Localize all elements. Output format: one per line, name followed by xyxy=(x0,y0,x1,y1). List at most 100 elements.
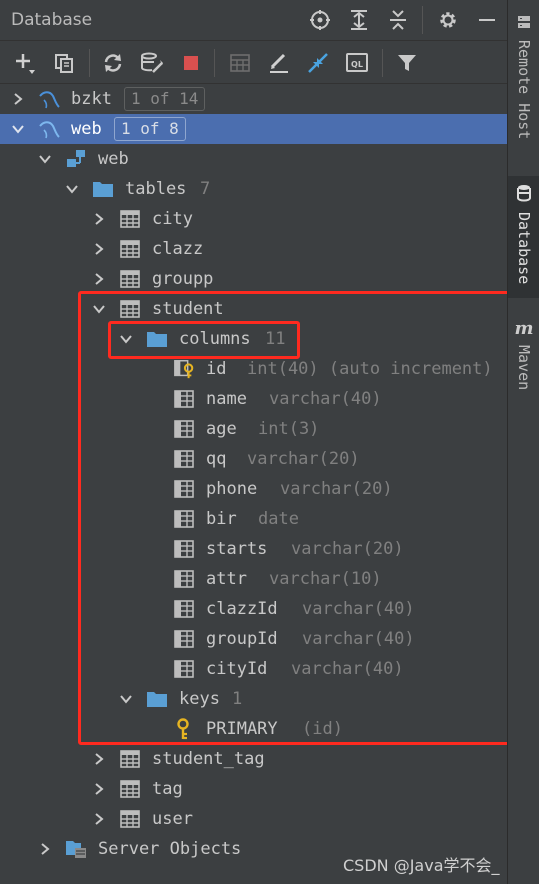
tree-node-bzkt[interactable]: bzkt 1 of 14 xyxy=(0,84,507,114)
key-icon xyxy=(173,718,195,740)
chevron-down-icon[interactable] xyxy=(119,332,133,346)
chevron-right-icon[interactable] xyxy=(38,842,52,856)
add-icon[interactable] xyxy=(12,50,38,76)
svg-text:QL: QL xyxy=(351,60,363,69)
chevron-right-icon[interactable] xyxy=(11,92,25,106)
column-row[interactable]: clazzId varchar(40) xyxy=(0,594,507,624)
column-icon xyxy=(173,628,195,650)
tree-node-table-city[interactable]: city xyxy=(0,204,507,234)
tree-node-label: clazz xyxy=(152,239,204,259)
tree-node-web[interactable]: web 1 of 8 xyxy=(0,114,507,144)
tree-node-table-student[interactable]: student xyxy=(0,294,507,324)
refresh-icon[interactable] xyxy=(100,50,126,76)
filter-icon[interactable] xyxy=(394,50,420,76)
tree-node-table-tag[interactable]: tag xyxy=(0,774,507,804)
tree-node-table-user[interactable]: user xyxy=(0,804,507,834)
tree-node-label: tag xyxy=(152,779,183,799)
column-row[interactable]: phone varchar(20) xyxy=(0,474,507,504)
chevron-right-icon[interactable] xyxy=(92,212,106,226)
expand-all-icon[interactable] xyxy=(347,8,371,32)
chevron-right-icon[interactable] xyxy=(92,782,106,796)
collapse-all-icon[interactable] xyxy=(386,8,410,32)
tree-node-label: student xyxy=(152,299,224,319)
column-name: clazzId xyxy=(206,599,278,619)
column-row[interactable]: groupId varchar(40) xyxy=(0,624,507,654)
table-grid-icon[interactable] xyxy=(227,50,253,76)
column-row[interactable]: qq varchar(20) xyxy=(0,444,507,474)
table-icon xyxy=(119,808,141,830)
tree-node-label: web xyxy=(98,149,129,169)
schema-count-badge: 1 of 8 xyxy=(114,117,186,141)
chevron-right-icon[interactable] xyxy=(92,752,106,766)
column-row[interactable]: attr varchar(10) xyxy=(0,564,507,594)
stop-icon[interactable] xyxy=(178,50,204,76)
header-separator xyxy=(422,6,423,34)
table-icon xyxy=(119,268,141,290)
column-row[interactable]: age int(3) xyxy=(0,414,507,444)
crosshair-icon[interactable] xyxy=(308,8,332,32)
chevron-down-icon[interactable] xyxy=(11,122,25,136)
column-row[interactable]: starts varchar(20) xyxy=(0,534,507,564)
column-icon xyxy=(173,388,195,410)
column-name: qq xyxy=(206,449,227,469)
table-icon xyxy=(119,748,141,770)
chevron-down-icon[interactable] xyxy=(92,302,106,316)
folder-icon xyxy=(146,328,168,350)
column-type: varchar(20) xyxy=(247,449,360,469)
column-icon xyxy=(173,568,195,590)
schema-sync-icon[interactable] xyxy=(139,50,165,76)
column-type: varchar(40) xyxy=(302,599,415,619)
tree-node-table-clazz[interactable]: clazz xyxy=(0,234,507,264)
tree-node-schema-web[interactable]: web xyxy=(0,144,507,174)
chevron-right-icon[interactable] xyxy=(92,812,106,826)
tree-node-keys[interactable]: keys 1 xyxy=(0,684,507,714)
tree-node-table-groupp[interactable]: groupp xyxy=(0,264,507,294)
chevron-right-icon[interactable] xyxy=(92,272,106,286)
chevron-down-icon[interactable] xyxy=(65,182,79,196)
column-name: age xyxy=(206,419,237,439)
column-row[interactable]: id int(40) (auto increment) xyxy=(0,354,507,384)
tab-database[interactable]: Database xyxy=(508,176,539,298)
folder-icon xyxy=(92,178,114,200)
gear-icon[interactable] xyxy=(436,8,460,32)
copy-icon[interactable] xyxy=(51,50,77,76)
tree-node-primary-key[interactable]: PRIMARY (id) xyxy=(0,714,507,744)
tree-node-label: tables xyxy=(125,179,187,199)
minimize-icon[interactable] xyxy=(475,8,499,32)
chevron-right-icon[interactable] xyxy=(92,242,106,256)
tree-node-columns[interactable]: columns 11 xyxy=(0,324,507,354)
column-type: varchar(20) xyxy=(280,479,393,499)
table-icon xyxy=(119,778,141,800)
column-name: attr xyxy=(206,569,247,589)
edit-icon[interactable] xyxy=(266,50,292,76)
column-name: cityId xyxy=(206,659,268,679)
primary-key-column-icon xyxy=(173,358,195,380)
schema-icon xyxy=(65,148,87,170)
tab-maven[interactable]: m Maven xyxy=(508,312,539,412)
tool-window-strip: Remote Host Database m Maven xyxy=(507,0,539,884)
column-name: bir xyxy=(206,509,237,529)
folder-icon xyxy=(146,688,168,710)
column-row[interactable]: cityId varchar(40) xyxy=(0,654,507,684)
server-objects-icon xyxy=(65,838,87,860)
tree-node-label: Server Objects xyxy=(98,839,242,859)
column-row[interactable]: bir date xyxy=(0,504,507,534)
tree-node-label: web xyxy=(71,119,102,139)
tree-node-tables[interactable]: tables 7 xyxy=(0,174,507,204)
chevron-down-icon[interactable] xyxy=(38,152,52,166)
tab-remote-host[interactable]: Remote Host xyxy=(508,10,539,160)
query-console-icon[interactable]: QL xyxy=(344,50,370,76)
key-detail: (id) xyxy=(302,719,343,739)
column-type: int(3) xyxy=(258,419,320,439)
tree-node-label: student_tag xyxy=(152,749,265,769)
jump-to-icon[interactable] xyxy=(305,50,331,76)
toolbar-separator xyxy=(214,49,215,77)
column-icon xyxy=(173,598,195,620)
watermark: CSDN @Java学不会_ xyxy=(343,856,500,875)
column-type: date xyxy=(258,509,299,529)
chevron-down-icon[interactable] xyxy=(119,692,133,706)
column-type: varchar(40) xyxy=(269,389,382,409)
column-row[interactable]: name varchar(40) xyxy=(0,384,507,414)
tree-node-table-student-tag[interactable]: student_tag xyxy=(0,744,507,774)
table-icon xyxy=(119,238,141,260)
